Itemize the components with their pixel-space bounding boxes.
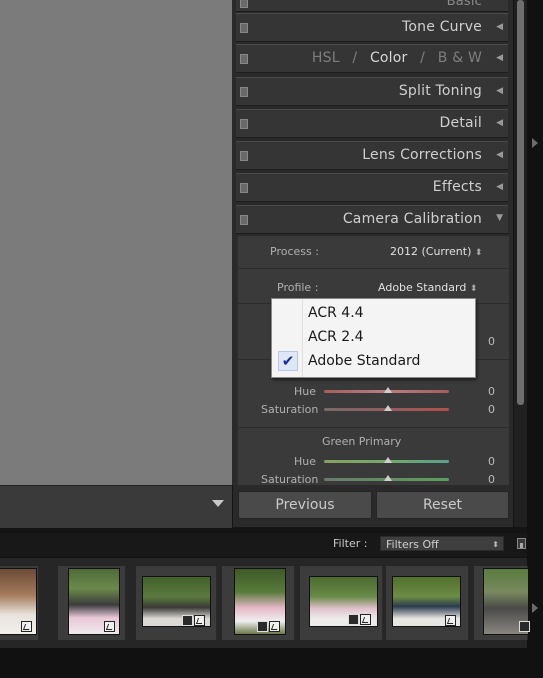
shadows-tint-value[interactable]: 0 [488,335,495,348]
triangle-left-icon: ◀ [496,182,503,192]
panel-detail-label: Detail [439,115,482,131]
red-saturation-slider-thumb[interactable] [384,405,392,411]
collapse-square-icon[interactable] [240,151,248,161]
panel-hsl-label: HSL / Color / B & W [312,50,482,66]
crop-badge-icon [348,614,359,625]
collapse-square-icon[interactable] [240,54,248,64]
filmstrip-cell[interactable] [222,566,295,640]
panel-effects[interactable]: Effects ◀ [236,173,508,202]
filter-select[interactable]: Filters Off ⬍ [380,536,504,551]
divider [238,427,509,428]
red-saturation-value[interactable]: 0 [488,403,495,416]
profile-value: Adobe Standard [378,281,467,294]
process-select[interactable]: 2012 (Current) ⬍ [390,245,482,258]
filmstrip-cell[interactable] [386,566,469,640]
process-value: 2012 (Current) [390,245,472,258]
crop-badge-icon [257,621,268,632]
red-hue-slider-thumb[interactable] [384,387,392,393]
panel-split-toning-label: Split Toning [398,83,482,99]
edit-badge-icon [21,621,32,632]
filmstrip-cell[interactable] [136,566,217,640]
process-label: Process : [270,245,319,258]
tab-bw[interactable]: B & W [438,50,482,66]
profile-label: Profile : [277,281,319,294]
panel-lens-corrections[interactable]: Lens Corrections ◀ [236,141,508,170]
menu-item-acr-2-4[interactable]: ACR 2.4 [308,329,364,345]
triangle-left-icon: ◀ [496,150,503,160]
tab-separator: / [420,50,426,66]
edit-badge-icon [269,621,280,632]
edit-badge-icon [194,615,205,626]
filmstrip-cell[interactable] [300,566,383,640]
tab-hsl[interactable]: HSL [312,50,340,66]
collapse-square-icon[interactable] [240,87,248,97]
filter-lock-toggle[interactable] [517,538,526,549]
tab-separator: / [352,50,358,66]
filter-label: Filter : [333,537,368,550]
checkmark-icon: ✔ [278,351,298,371]
up-down-arrows-icon: ⬍ [469,284,478,294]
filmstrip-cell[interactable] [474,566,530,640]
profile-select[interactable]: Adobe Standard ⬍ [378,281,477,294]
filmstrip-cell[interactable] [58,566,126,640]
panel-lens-corrections-label: Lens Corrections [362,147,482,163]
divider [238,268,509,269]
image-preview-area[interactable] [0,0,233,485]
panel-camera-calibration-label: Camera Calibration [342,211,482,227]
panel-basic-label: Basic [446,0,482,9]
panel-hsl[interactable]: HSL / Color / B & W ◀ [236,44,508,73]
panel-camera-calibration[interactable]: Camera Calibration ▼ [236,205,508,234]
filmstrip-cell[interactable] [0,566,39,640]
edit-badge-icon [445,615,456,626]
green-saturation-slider-thumb[interactable] [384,475,392,481]
tab-color[interactable]: Color [370,50,408,66]
collapse-square-icon[interactable] [240,183,248,193]
menu-item-acr-4-4[interactable]: ACR 4.4 [308,305,364,321]
collapse-square-icon[interactable] [240,0,248,8]
up-down-arrows-icon: ⬍ [492,540,499,549]
collapse-square-icon[interactable] [240,215,248,225]
triangle-down-icon: ▼ [496,213,503,223]
previous-button[interactable]: Previous [238,491,372,519]
panel-detail[interactable]: Detail ◀ [236,109,508,138]
green-primary-title: Green Primary [322,435,402,448]
toolbar-dropdown-arrow-icon[interactable] [212,500,224,507]
collapse-square-icon[interactable] [240,119,248,129]
menu-item-adobe-standard[interactable]: Adobe Standard [308,353,420,369]
profile-dropdown-menu[interactable]: ACR 4.4 ACR 2.4 ✔ Adobe Standard [271,298,476,378]
reset-button[interactable]: Reset [376,491,509,519]
edit-badge-icon [360,614,371,625]
bottom-bar [0,648,527,678]
toolbar-left [0,485,232,528]
panel-split-toning[interactable]: Split Toning ◀ [236,77,508,106]
panel-basic[interactable]: Basic [236,0,508,12]
panel-tone-curve[interactable]: Tone Curve ◀ [236,13,508,42]
filter-value: Filters Off [386,538,439,551]
green-hue-value[interactable]: 0 [488,455,495,468]
red-hue-value[interactable]: 0 [488,385,495,398]
red-saturation-label: Saturation [261,403,319,416]
menu-gutter-divider [302,299,303,377]
red-hue-label: Hue [294,385,317,398]
crop-badge-icon [182,615,193,626]
triangle-left-icon: ◀ [496,53,503,63]
expand-right-panel-icon[interactable] [532,138,538,148]
right-edge-strip [527,0,543,678]
right-panel-scroll-thumb[interactable] [517,0,524,405]
collapse-square-icon[interactable] [240,23,248,33]
expand-filmstrip-icon[interactable] [532,603,538,613]
panel-tone-curve-label: Tone Curve [402,19,482,35]
up-down-arrows-icon: ⬍ [474,248,483,258]
crop-badge-icon [519,621,530,632]
triangle-left-icon: ◀ [496,22,503,32]
green-hue-label: Hue [294,455,317,468]
panel-effects-label: Effects [432,179,482,195]
triangle-left-icon: ◀ [496,86,503,96]
triangle-left-icon: ◀ [496,118,503,128]
edit-badge-icon [104,621,115,632]
green-hue-slider-thumb[interactable] [384,457,392,463]
